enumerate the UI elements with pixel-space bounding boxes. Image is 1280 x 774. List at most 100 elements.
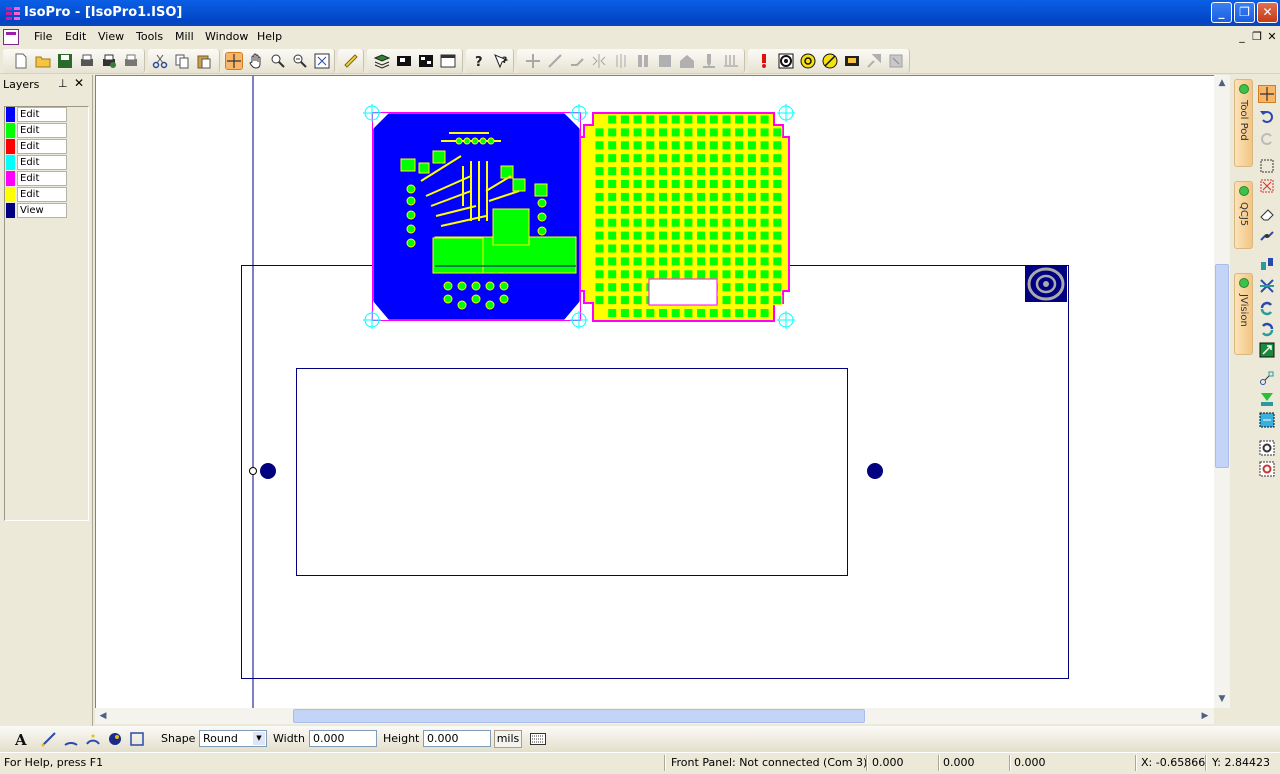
pcb-drawing[interactable] [96,76,1214,708]
new-file-icon[interactable] [13,53,29,69]
chevron-down-icon[interactable]: ▼ [253,732,265,745]
layer-mode-label[interactable]: Edit [17,107,67,122]
help-icon[interactable]: ? [471,53,487,69]
fill-icon[interactable] [1259,391,1275,407]
scroll-up-icon[interactable]: ▲ [1215,76,1229,90]
keyboard-icon[interactable] [530,733,546,745]
scroll-down-icon[interactable]: ▼ [1215,692,1229,706]
cut-icon[interactable] [152,53,168,69]
zoom-out-icon[interactable] [292,53,308,69]
layer-toggle-icon[interactable] [396,53,412,69]
gear-alt-icon[interactable] [1259,461,1275,477]
registration-hole-left[interactable] [260,463,276,479]
target-icon[interactable] [778,53,794,69]
layer-mode-label[interactable]: View [17,203,67,218]
align-icon[interactable] [1259,256,1275,272]
pcb-board-left[interactable] [372,112,581,321]
undo-icon[interactable] [1259,108,1275,124]
text-tool-icon[interactable]: A [13,731,29,747]
layer-row[interactable]: Edit [6,187,68,202]
pcb-board-right[interactable] [579,112,790,322]
close-button[interactable]: ✕ [1257,2,1278,23]
rectangle-tool-icon[interactable] [129,731,145,747]
origin-marker[interactable] [249,467,257,475]
menu-window[interactable]: Window [205,30,248,43]
rotate-ccw-icon[interactable] [1259,321,1275,337]
origin-icon[interactable] [800,53,816,69]
arc-3pt-tool-icon[interactable] [85,731,101,747]
units-button[interactable]: mils [494,730,522,748]
box-select-icon[interactable] [1259,158,1275,174]
camera-icon[interactable] [844,53,860,69]
menu-view[interactable]: View [98,30,124,43]
menu-mill[interactable]: Mill [175,30,194,43]
print-setup-icon[interactable] [101,53,117,69]
break-icon[interactable] [1259,228,1275,244]
layer-row[interactable]: Edit [6,139,68,154]
layer-mode-label[interactable]: Edit [17,155,67,170]
eraser-icon[interactable] [1259,206,1275,222]
panel-outline[interactable] [241,265,1069,679]
scale-icon[interactable] [1259,342,1275,358]
pattern-icon[interactable] [1259,412,1275,428]
zoom-extents-icon[interactable] [314,53,330,69]
tab-qcj5[interactable]: QCJ5 [1234,181,1253,249]
layer-row[interactable]: Edit [6,171,68,186]
print-icon[interactable] [123,53,139,69]
draw-line-tool-icon[interactable] [41,731,57,747]
flip-icon[interactable] [1259,278,1275,294]
layer-grid-icon[interactable] [418,53,434,69]
mdi-close-icon[interactable]: ✕ [1266,30,1278,43]
menu-tools[interactable]: Tools [136,30,163,43]
alert-icon[interactable] [756,53,772,69]
circle-tool-icon[interactable] [107,731,123,747]
width-field[interactable]: 0.000 [309,730,377,747]
horizontal-scrollbar[interactable]: ◀ ▶ [95,708,1214,724]
set-origin-icon[interactable] [822,53,838,69]
select-crosshair-icon[interactable] [1258,85,1276,103]
menu-file[interactable]: File [34,30,52,43]
pin-icon[interactable]: ⊥ [58,77,70,90]
connect-nodes-icon[interactable] [1259,370,1275,386]
layer-mode-label[interactable]: Edit [17,171,67,186]
layers-icon[interactable] [374,53,390,69]
menu-edit[interactable]: Edit [65,30,86,43]
deselect-icon[interactable] [1259,178,1275,194]
vertical-scrollbar[interactable]: ▲ ▼ [1214,75,1230,708]
context-help-icon[interactable]: ? [493,53,509,69]
drawing-canvas[interactable] [95,75,1214,708]
height-field[interactable]: 0.000 [423,730,491,747]
open-folder-icon[interactable] [35,53,51,69]
window-icon[interactable] [440,53,456,69]
paste-icon[interactable] [196,53,212,69]
gear-settings-icon[interactable] [1259,440,1275,456]
shape-select[interactable]: Round ▼ [199,730,267,747]
close-panel-icon[interactable]: ✕ [74,76,86,90]
tab-tool-pod[interactable]: Tool Pod [1234,79,1253,167]
print-preview-icon[interactable] [79,53,95,69]
layer-mode-label[interactable]: Edit [17,123,67,138]
layer-row[interactable]: Edit [6,155,68,170]
document-icon[interactable] [3,29,19,45]
board-outline-rect[interactable] [296,368,848,576]
zoom-in-icon[interactable] [270,53,286,69]
fiducial-marker[interactable] [777,311,795,329]
save-icon[interactable] [57,53,73,69]
restore-button[interactable]: ❐ [1234,2,1255,23]
layer-mode-label[interactable]: Edit [17,139,67,154]
layer-row[interactable]: View [6,203,68,218]
fiducial-marker[interactable] [777,104,795,122]
layer-mode-label[interactable]: Edit [17,187,67,202]
pan-hand-icon[interactable] [248,53,264,69]
scroll-right-icon[interactable]: ▶ [1198,709,1212,723]
mdi-minimize-icon[interactable]: _ [1236,30,1248,43]
mdi-restore-icon[interactable]: ❐ [1251,30,1263,43]
layer-row[interactable]: Edit [6,123,68,138]
crosshair-select-icon[interactable] [225,52,243,70]
layer-row[interactable]: Edit [6,107,68,122]
tab-jvision[interactable]: JVision [1234,273,1253,355]
copy-icon[interactable] [174,53,190,69]
scroll-left-icon[interactable]: ◀ [96,709,110,723]
ruler-icon[interactable] [343,53,359,69]
registration-hole-right[interactable] [867,463,883,479]
